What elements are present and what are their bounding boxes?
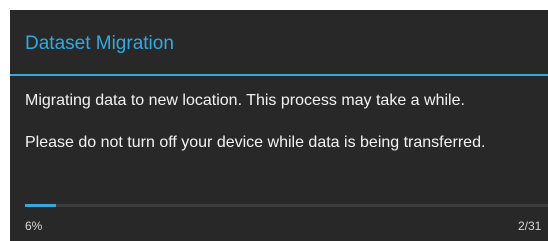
migration-dialog: Dataset Migration Migrating data to new … (10, 10, 548, 241)
warning-message: Please do not turn off your device while… (25, 134, 486, 151)
progress-bar-fill (25, 204, 57, 207)
dialog-title: Dataset Migration (25, 33, 174, 54)
progress-percent: 6% (25, 219, 43, 233)
progress-bar (25, 204, 548, 207)
title-divider (10, 74, 548, 76)
progress-count: 2/31 (518, 219, 542, 233)
migration-message: Migrating data to new location. This pro… (25, 92, 465, 109)
